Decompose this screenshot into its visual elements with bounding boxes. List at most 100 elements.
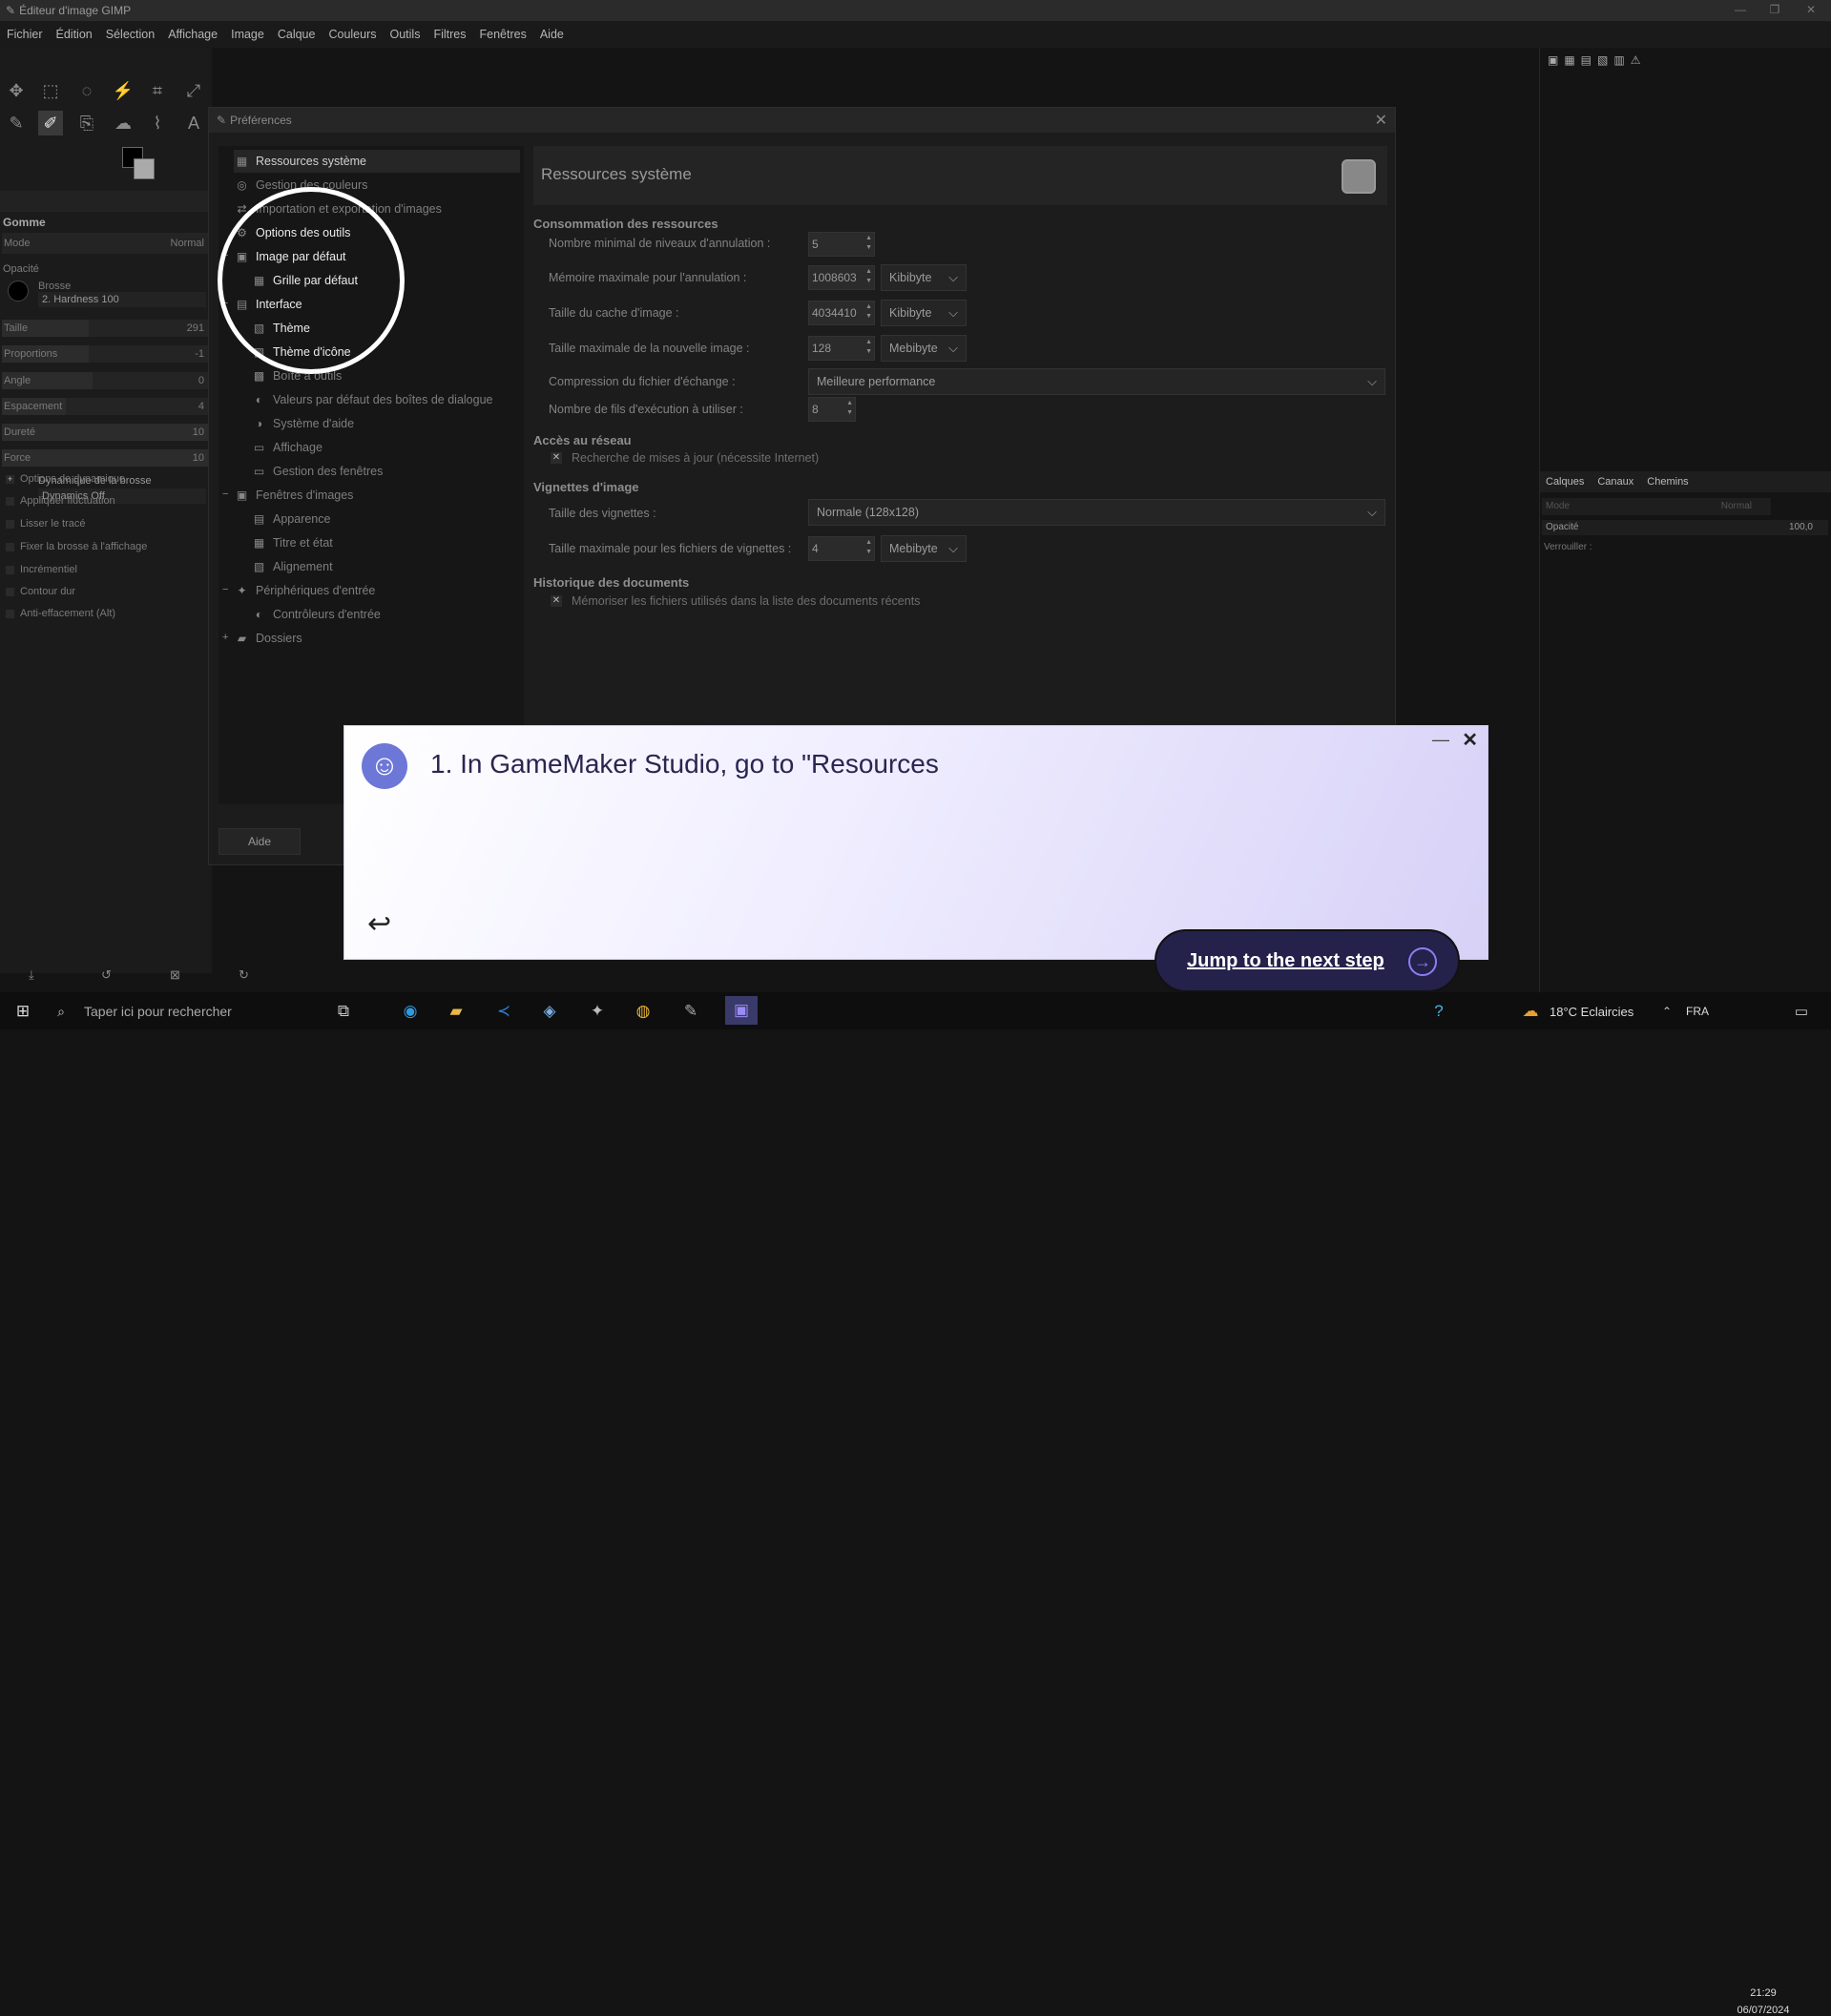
tool-option-checkbox[interactable]: + Options de dynamique [6,473,125,485]
paintbrush-tool-icon[interactable]: ✎ [4,111,29,135]
taskbar-search-input[interactable]: Taper ici pour rechercher [84,1000,303,1023]
tool-option-checkbox[interactable]: Contour dur [6,586,75,597]
clock-date[interactable]: 06/07/2024 [1725,2005,1801,2016]
next-step-button[interactable]: Jump to the next step → [1155,929,1460,992]
chrome-icon[interactable]: ◍ [632,1000,655,1023]
tree-item[interactable]: ▦ Ressources système [234,150,520,173]
thumb-max-spinner[interactable]: 4 ▲ ▼ [808,536,875,561]
weather-text[interactable]: 18°C Eclaircies [1550,1000,1645,1023]
mode-select[interactable]: Mode Normal [2,233,208,254]
menu-fichier[interactable]: Fichier [0,28,50,41]
rect-select-tool-icon[interactable]: ⬚ [38,78,63,103]
tab-canaux[interactable]: Canaux [1597,476,1633,488]
menu-selection[interactable]: Sélection [99,28,161,41]
tree-item[interactable]: ▧ Alignement [251,555,333,578]
tree-item[interactable]: ▤ Apparence [251,508,331,530]
tree-item[interactable]: ▣ Fenêtres d'images [234,484,354,507]
tab-chemins[interactable]: Chemins [1647,476,1688,488]
tool-option-checkbox[interactable]: Lisser le tracé [6,518,85,530]
help-tray-icon[interactable]: ? [1427,1000,1450,1023]
tool-option-checkbox[interactable]: Appliquer fluctuation [6,495,115,507]
lasso-tool-icon[interactable]: ◌ [74,78,99,103]
minimize-icon[interactable]: — [1726,0,1755,21]
app-icon[interactable]: ◈ [538,1000,561,1023]
crop-tool-icon[interactable]: ⌗ [145,78,170,103]
transform-tool-icon[interactable]: ⤢ [181,78,206,103]
tree-item[interactable]: ◑ Système d'aide [251,412,354,435]
tree-item[interactable]: ▰ Dossiers [234,627,302,650]
eraser-tool-icon[interactable]: ✐ [38,111,63,135]
tree-item[interactable]: ▭ Affichage [251,436,323,459]
slider-2[interactable]: Angle 0 [2,372,208,389]
swap-compression-select[interactable]: Meilleure performance ⌵ [808,368,1385,395]
menu-couleurs[interactable]: Couleurs [322,28,383,41]
fuzzy-select-tool-icon[interactable]: ⚡ [111,78,135,103]
task-view-icon[interactable]: ⧉ [332,1000,355,1023]
text-tool-icon[interactable]: A [181,111,206,135]
chevron-up-icon[interactable]: ⌃ [1658,1000,1675,1023]
menu-affichage[interactable]: Affichage [161,28,224,41]
tree-item[interactable]: ◐ Contrôleurs d'entrée [251,603,381,626]
reset-options-icon[interactable]: ↻ [239,967,249,983]
menu-calque[interactable]: Calque [271,28,323,41]
threads-spinner[interactable]: 8 ▲ ▼ [808,397,856,422]
menu-outils[interactable]: Outils [384,28,427,41]
undo-memory-spinner[interactable]: 1008603 ▲ ▼ [808,265,875,290]
thumb-size-select[interactable]: Normale (128x128) ⌵ [808,499,1385,526]
app2-icon[interactable]: ✦ [586,1000,609,1023]
undo-levels-spinner[interactable]: 5 ▲ ▼ [808,232,875,257]
slider-4[interactable]: Dureté 10 [2,424,208,441]
language-indicator[interactable]: FRA [1683,1000,1712,1023]
vscode-icon[interactable]: ≺ [492,1000,515,1023]
paths-tool-icon[interactable]: ⌇ [145,111,170,135]
menu-filtres[interactable]: Filtres [427,28,472,41]
help-button[interactable]: Aide [218,828,301,855]
maximize-icon[interactable]: ❐ [1760,0,1789,21]
undo-memory-unit-select[interactable]: Kibibyte ⌵ [881,264,967,291]
tree-item[interactable]: ▭ Gestion des fenêtres [251,460,384,483]
tool-option-checkbox[interactable]: Incrémentiel [6,564,77,575]
gimp-taskbar-icon[interactable]: ✎ [679,1000,702,1023]
close-icon[interactable]: ✕ [1462,728,1478,752]
back-arrow-icon[interactable]: ↩ [367,907,391,941]
max-image-unit-select[interactable]: Mebibyte ⌵ [881,335,967,362]
slider-1[interactable]: Proportions -1 [2,345,208,363]
window-close-icon[interactable]: ✕ [1797,0,1825,21]
smudge-tool-icon[interactable]: ☁ [111,111,135,135]
slider-3[interactable]: Espacement 4 [2,398,208,415]
notifications-icon[interactable]: ▭ [1790,1000,1813,1023]
tree-item[interactable]: ✦ Périphériques d'entrée [234,579,375,602]
tree-item[interactable]: ▦ Titre et état [251,531,333,554]
file-explorer-icon[interactable]: ▰ [445,1000,468,1023]
tool-option-checkbox[interactable]: Fixer la brosse à l'affichage [6,541,147,552]
brush-preview[interactable] [8,281,29,301]
layer-opacity-slider[interactable]: Opacité 100,0 [1542,520,1828,535]
brush-name-field[interactable]: 2. Hardness 100 [38,292,206,307]
slider-5[interactable]: Force 10 [2,449,208,467]
tree-item[interactable]: ◐ Valeurs par défaut des boîtes de dialog… [251,388,493,411]
collapse-icon[interactable]: − [222,584,228,595]
menu-edition[interactable]: Édition [50,28,99,41]
recent-docs-checkbox[interactable]: ✕ Mémoriser les fichiers utilisés dans la… [551,594,920,608]
brushes-tabs-icon[interactable]: ▣▦▤▧▥⚠ [1548,53,1646,67]
preferences-close-icon[interactable]: ✕ [1375,111,1387,130]
thumb-max-unit-select[interactable]: Mebibyte ⌵ [881,535,967,562]
cache-unit-select[interactable]: Kibibyte ⌵ [881,300,967,326]
restore-options-icon[interactable]: ↺ [101,967,112,983]
tool-option-checkbox[interactable]: Anti-effacement (Alt) [6,608,115,619]
max-image-spinner[interactable]: 128 ▲ ▼ [808,336,875,361]
menu-fenetres[interactable]: Fenêtres [472,28,532,41]
move-tool-icon[interactable]: ✥ [4,78,29,103]
edge-icon[interactable]: ◉ [399,1000,422,1023]
menu-image[interactable]: Image [224,28,271,41]
update-check-checkbox[interactable]: ✕ Recherche de mises à jour (nécessite In… [551,451,819,465]
save-options-icon[interactable]: ⤓ [29,967,34,983]
layer-mode-select[interactable]: Mode Normal [1542,498,1771,515]
slider-0[interactable]: Taille 291 [2,320,208,337]
gamemaker-taskbar-icon[interactable]: ▣ [725,996,758,1025]
tab-calques[interactable]: Calques [1546,476,1584,488]
background-color-swatch[interactable] [134,158,155,179]
cache-spinner[interactable]: 4034410 ▲ ▼ [808,301,875,325]
clock-time[interactable]: 21:29 [1725,1987,1801,1999]
clone-tool-icon[interactable]: ⎘ [74,111,99,135]
